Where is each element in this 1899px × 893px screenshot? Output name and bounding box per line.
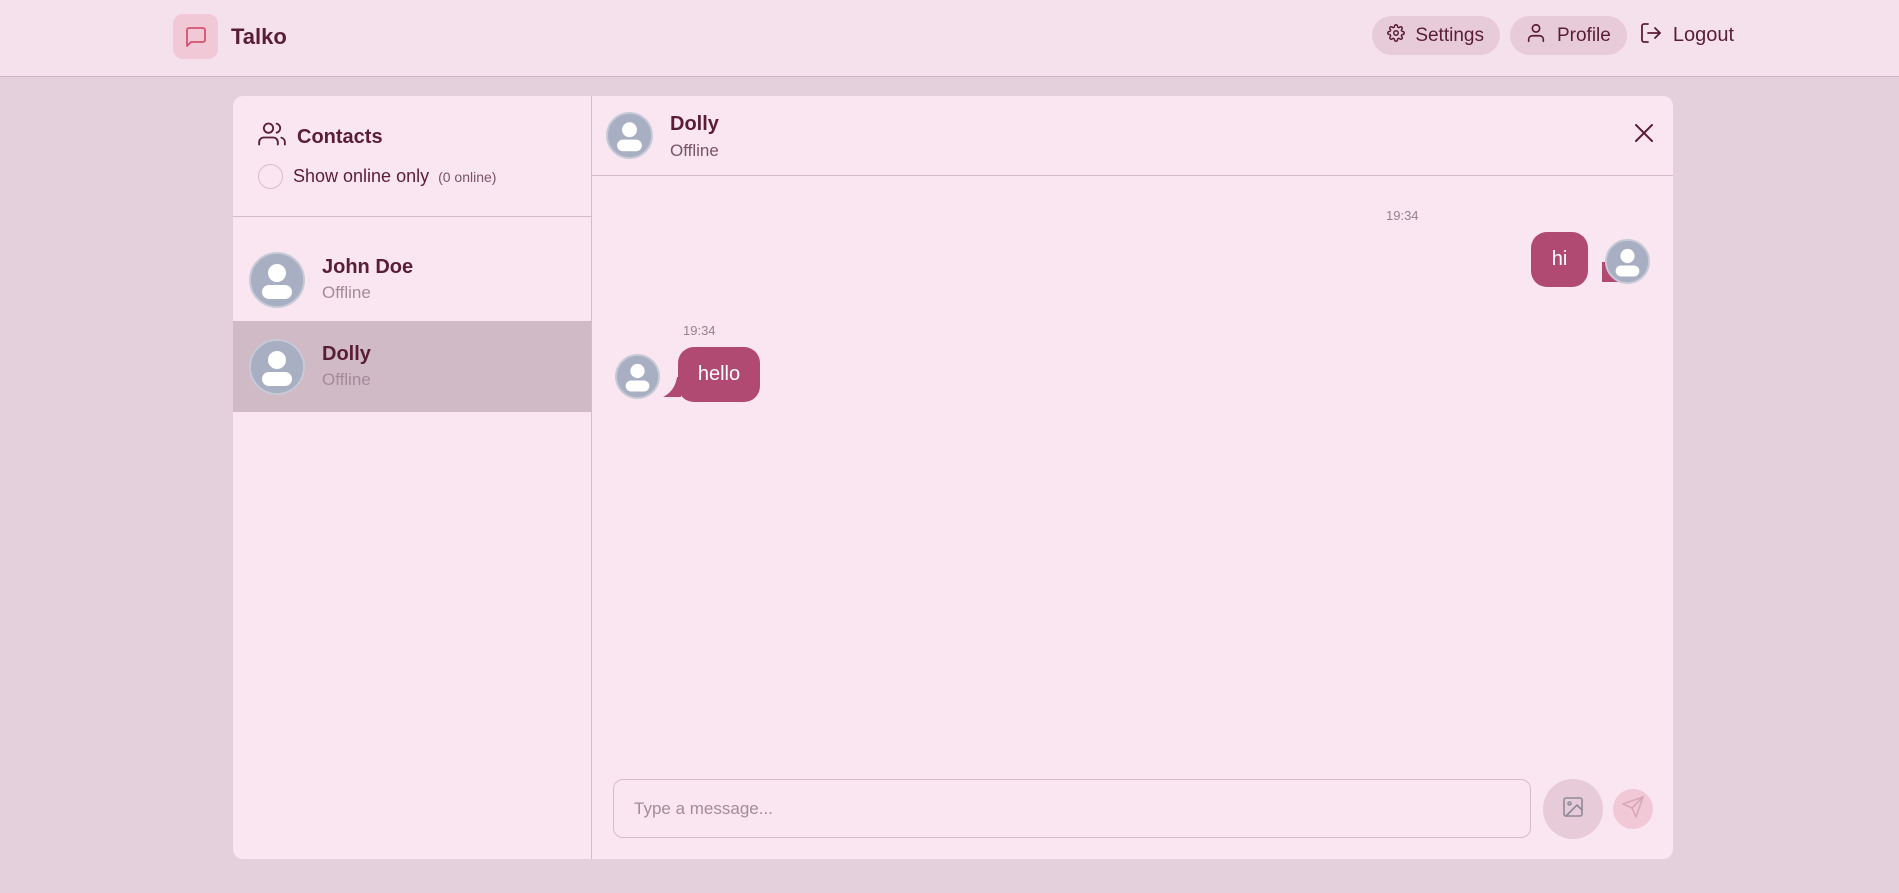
attach-image-button[interactable]	[1543, 779, 1603, 839]
show-online-checkbox[interactable]	[258, 164, 283, 189]
online-count: (0 online)	[438, 168, 497, 185]
settings-label: Settings	[1415, 24, 1484, 46]
chat-header: Dolly Offline	[592, 96, 1673, 176]
send-button[interactable]	[1613, 789, 1653, 829]
brand[interactable]: Talko	[173, 14, 287, 59]
contacts-sidebar: Contacts Show online only (0 online) Joh…	[233, 96, 592, 859]
logout-icon	[1639, 21, 1673, 51]
image-icon	[1561, 795, 1585, 824]
avatar	[249, 338, 305, 395]
message-bubble-sent: hi	[1531, 232, 1588, 287]
avatar	[606, 112, 653, 159]
contact-info: John Doe Offline	[322, 256, 413, 303]
online-filter: Show online only (0 online)	[258, 164, 496, 189]
contact-info: Dolly Offline	[322, 343, 371, 390]
contact-name: Dolly	[322, 343, 371, 365]
contacts-title: Contacts	[297, 125, 383, 148]
chat-card: Contacts Show online only (0 online) Joh…	[233, 96, 1673, 859]
contact-status: Offline	[322, 283, 371, 302]
contact-name: John Doe	[322, 256, 414, 278]
contact-item-dolly[interactable]: Dolly Offline	[233, 321, 591, 412]
send-icon	[1621, 795, 1645, 824]
chat-contact-name: Dolly	[670, 113, 719, 135]
show-online-label[interactable]: Show online only	[293, 166, 429, 187]
user-icon	[1525, 22, 1557, 50]
message-time: 19:34	[1386, 208, 1419, 223]
avatar	[1605, 239, 1650, 284]
users-icon	[258, 120, 297, 154]
nav-actions: Settings Profile Logout	[1372, 16, 1734, 55]
avatar	[615, 354, 660, 399]
logout-button[interactable]: Logout	[1639, 21, 1734, 51]
message-time: 19:34	[683, 323, 716, 338]
message-input[interactable]	[613, 779, 1531, 838]
contact-status: Offline	[322, 370, 371, 389]
settings-button[interactable]: Settings	[1372, 16, 1500, 55]
close-chat-button[interactable]	[1629, 120, 1659, 150]
message-composer	[592, 779, 1673, 859]
sidebar-header: Contacts Show online only (0 online)	[233, 96, 592, 217]
message-bubble-received: hello	[678, 347, 760, 402]
avatar	[249, 251, 305, 308]
profile-label: Profile	[1556, 24, 1611, 46]
message-square-icon	[173, 14, 218, 59]
top-navbar: Talko Settings Profile Logout	[0, 0, 1899, 77]
contacts-heading: Contacts	[258, 120, 383, 154]
brand-name: Talko	[231, 23, 287, 49]
gear-icon	[1387, 23, 1415, 48]
chat-contact-status: Offline	[670, 141, 719, 160]
chat-panel: Dolly Offline 19:34 hi 19:34 hello	[592, 96, 1673, 859]
close-icon	[1632, 121, 1656, 150]
contact-item-john-doe[interactable]: John Doe Offline	[233, 234, 591, 325]
profile-button[interactable]: Profile	[1509, 16, 1627, 55]
logout-label: Logout	[1672, 24, 1734, 46]
